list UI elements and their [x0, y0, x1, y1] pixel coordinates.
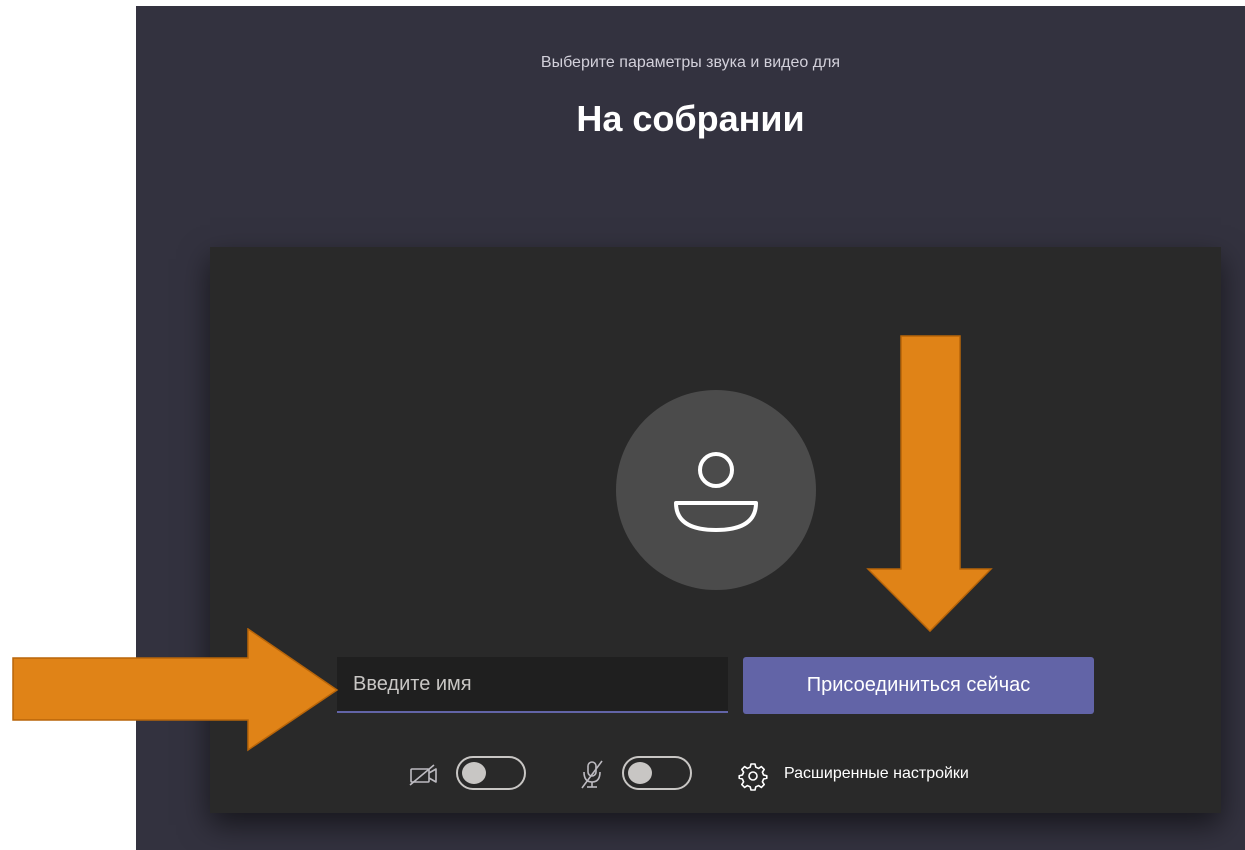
avatar	[616, 390, 816, 590]
right-arrow-annotation	[12, 628, 339, 752]
mic-toggle-knob	[628, 762, 652, 784]
down-arrow-annotation	[866, 335, 993, 633]
camera-off-icon	[409, 764, 437, 786]
person-icon	[674, 452, 758, 532]
mic-toggle[interactable]	[622, 756, 692, 790]
camera-toggle-knob	[462, 762, 486, 784]
prejoin-subtitle: Выберите параметры звука и видео для	[540, 54, 841, 71]
mic-off-icon	[581, 760, 603, 789]
camera-toggle[interactable]	[456, 756, 526, 790]
video-preview-card: Присоединиться сейчас Расширенные настро…	[210, 247, 1221, 813]
name-input[interactable]	[337, 657, 728, 713]
meeting-title: На собрании	[576, 98, 805, 139]
advanced-settings-link[interactable]: Расширенные настройки	[784, 765, 969, 783]
join-now-button[interactable]: Присоединиться сейчас	[743, 657, 1094, 714]
gear-icon[interactable]	[738, 761, 768, 791]
